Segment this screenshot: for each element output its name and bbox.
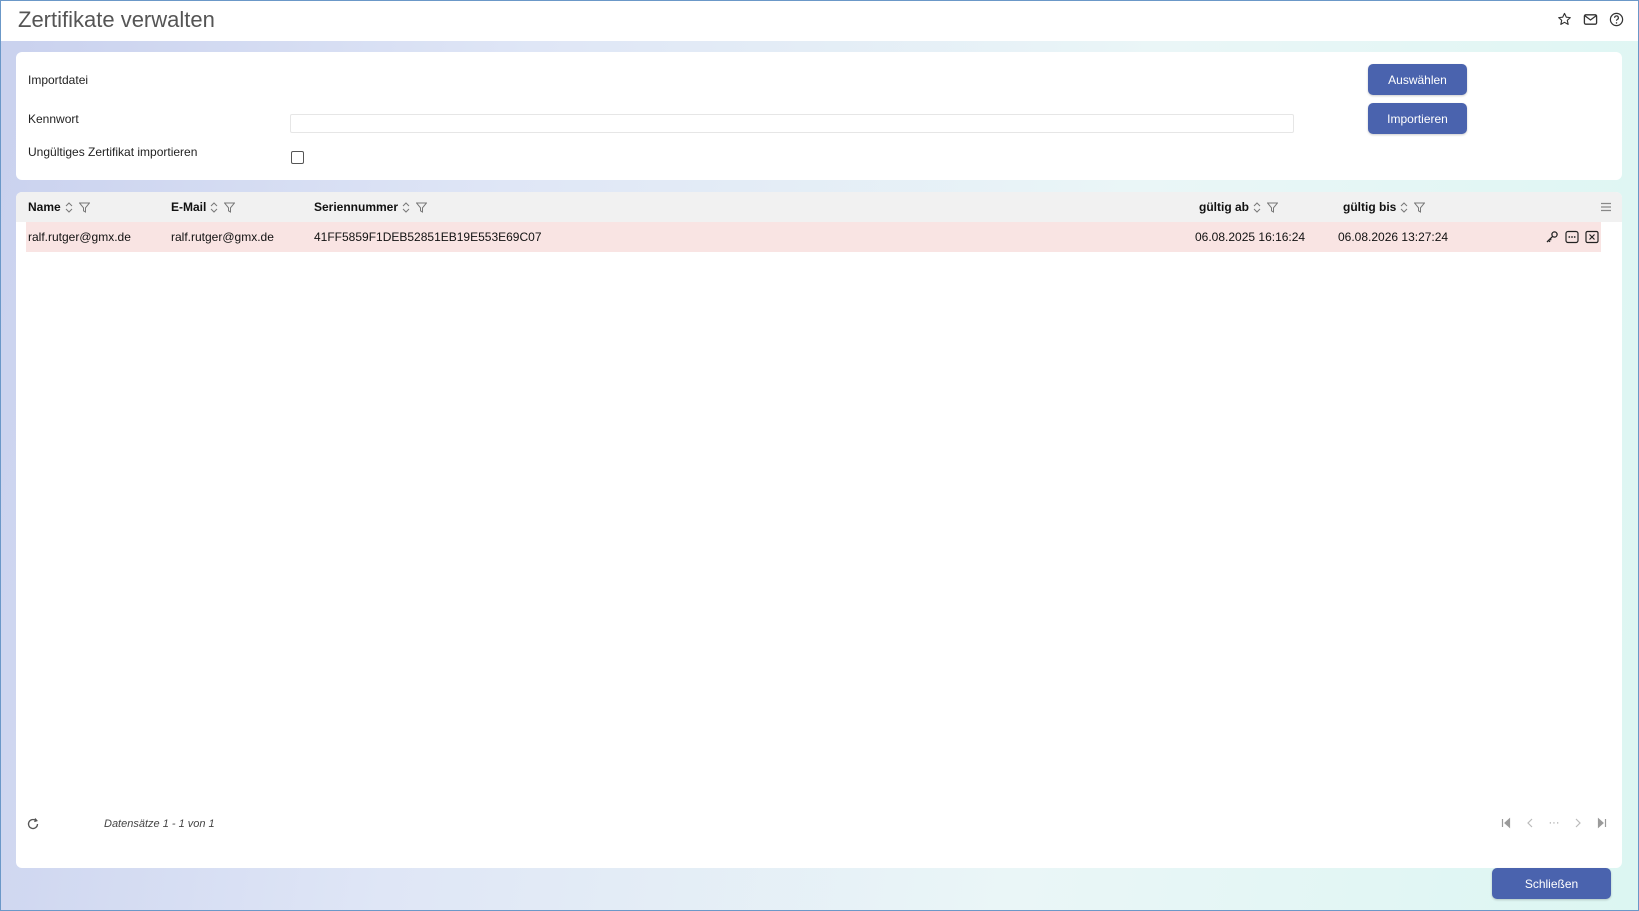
column-label: Name: [28, 200, 61, 214]
password-label: Kennwort: [28, 112, 79, 126]
star-icon[interactable]: [1556, 11, 1572, 27]
record-count: Datensätze 1 - 1 von 1: [104, 818, 215, 830]
column-header-valid-to[interactable]: gültig bis: [1343, 192, 1426, 222]
column-label: gültig bis: [1343, 200, 1397, 214]
sort-icon[interactable]: [1400, 201, 1408, 213]
import-file-label: Importdatei: [28, 73, 89, 87]
sort-icon[interactable]: [402, 201, 410, 213]
import-form-panel: Importdatei Kennwort Ungültiges Zertifik…: [16, 52, 1622, 180]
filter-icon[interactable]: [1414, 202, 1426, 213]
filter-icon[interactable]: [416, 202, 428, 213]
certificate-grid: Name E-Mail Seriennummer gültig ab gülti…: [16, 192, 1622, 868]
filter-icon[interactable]: [1267, 202, 1278, 213]
prev-page-icon[interactable]: [1524, 817, 1536, 829]
column-label: E-Mail: [171, 200, 207, 214]
sort-icon[interactable]: [1253, 201, 1261, 213]
first-page-icon[interactable]: [1500, 817, 1512, 829]
table-row[interactable]: ralf.rutger@gmx.de ralf.rutger@gmx.de 41…: [26, 222, 1601, 252]
more-icon[interactable]: [1565, 230, 1579, 244]
select-file-button[interactable]: Auswählen: [1368, 64, 1467, 95]
grid-header: Name E-Mail Seriennummer gültig ab gülti…: [16, 192, 1622, 222]
sort-icon[interactable]: [210, 201, 218, 213]
import-button[interactable]: Importieren: [1368, 103, 1467, 134]
mail-icon[interactable]: [1582, 11, 1598, 27]
column-menu-icon[interactable]: [1600, 201, 1612, 213]
page-title: Zertifikate verwalten: [18, 7, 215, 32]
invalid-cert-checkbox[interactable]: [291, 151, 304, 164]
column-label: gültig ab: [1199, 200, 1249, 214]
pager: ···: [1500, 817, 1608, 829]
sort-icon[interactable]: [65, 201, 73, 213]
cell-email: ralf.rutger@gmx.de: [171, 230, 274, 244]
column-header-serial[interactable]: Seriennummer: [314, 192, 428, 222]
column-header-valid-from[interactable]: gültig ab: [1199, 192, 1278, 222]
filter-icon[interactable]: [224, 202, 236, 213]
key-icon[interactable]: [1545, 230, 1559, 244]
title-bar: Zertifikate verwalten: [1, 1, 1638, 41]
top-icon-group: [1556, 11, 1624, 27]
column-label: Seriennummer: [314, 200, 399, 214]
cell-name: ralf.rutger@gmx.de: [28, 230, 131, 244]
delete-icon[interactable]: [1585, 230, 1599, 244]
close-button[interactable]: Schließen: [1492, 868, 1611, 899]
filter-icon[interactable]: [78, 202, 90, 213]
password-input[interactable]: [290, 114, 1294, 133]
invalid-cert-label: Ungültiges Zertifikat importieren: [28, 145, 198, 159]
page-ellipsis[interactable]: ···: [1548, 817, 1560, 829]
next-page-icon[interactable]: [1572, 817, 1584, 829]
last-page-icon[interactable]: [1596, 817, 1608, 829]
help-icon[interactable]: [1608, 11, 1624, 27]
cell-valid-from: 06.08.2025 16:16:24: [1195, 230, 1306, 244]
cell-valid-to: 06.08.2026 13:27:24: [1338, 230, 1449, 244]
column-header-email[interactable]: E-Mail: [171, 192, 236, 222]
column-header-name[interactable]: Name: [28, 192, 90, 222]
cell-serial: 41FF5859F1DEB52851EB19E553E69C07: [314, 230, 542, 244]
row-actions: [1545, 230, 1599, 244]
refresh-icon[interactable]: [26, 817, 40, 831]
